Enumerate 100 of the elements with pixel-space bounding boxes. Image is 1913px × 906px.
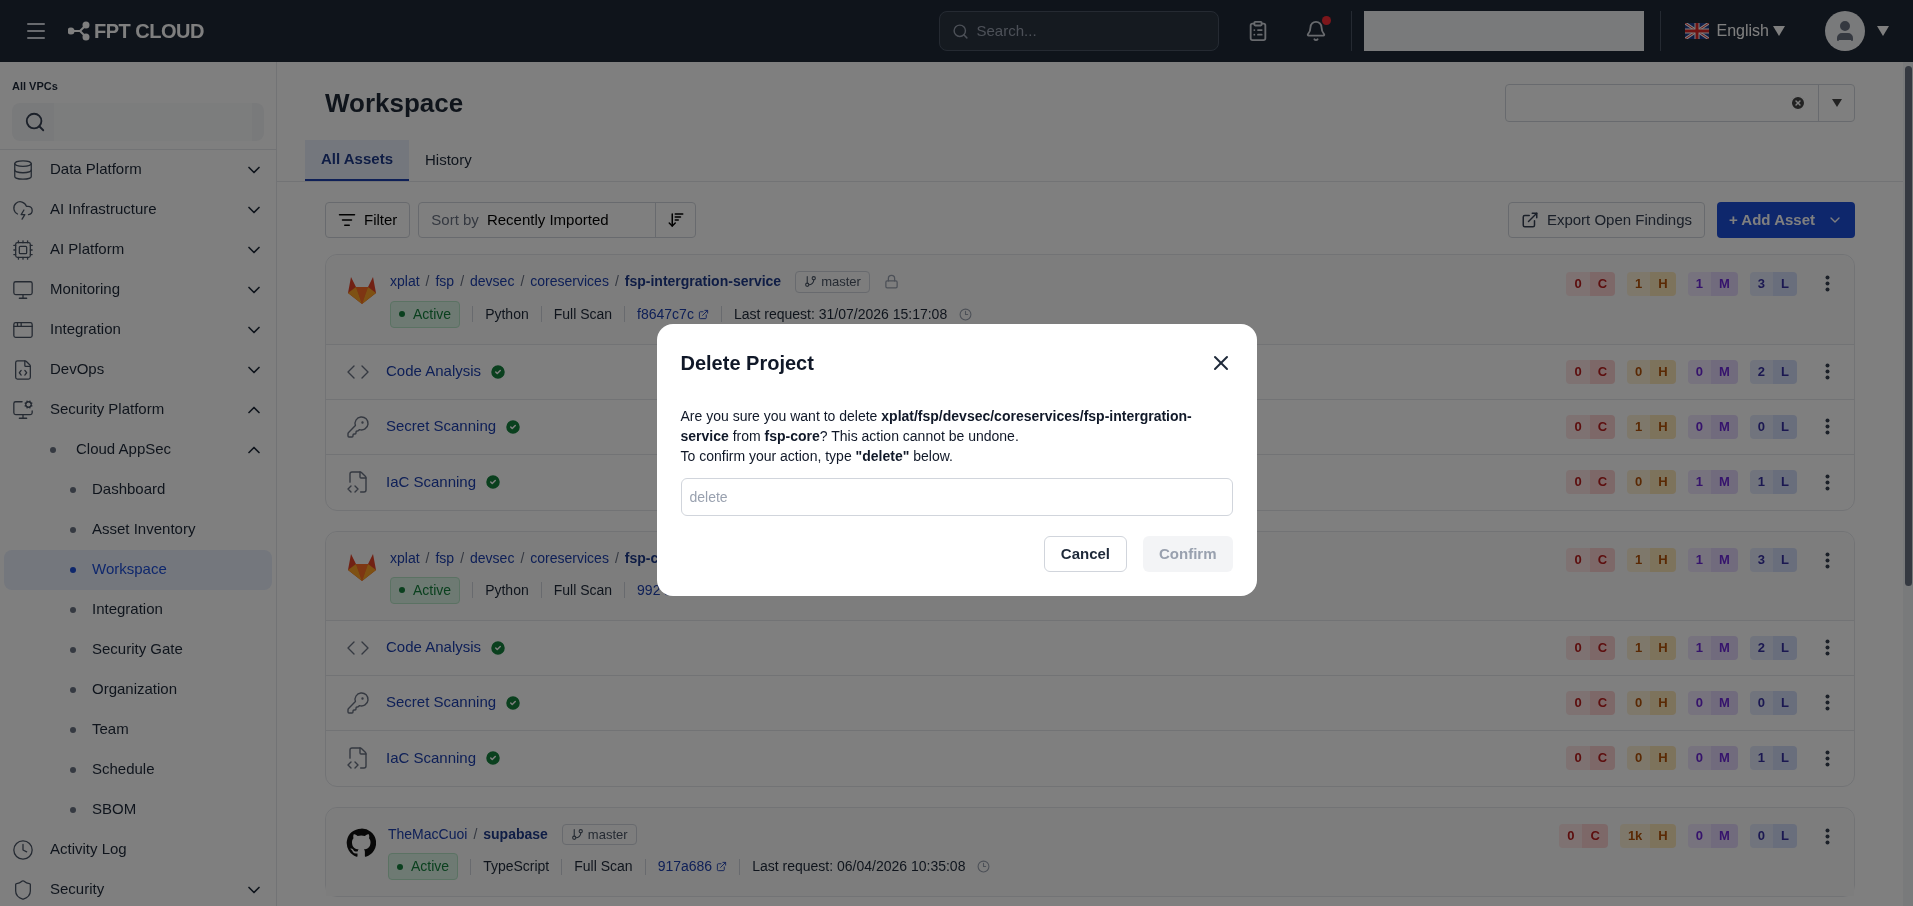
path-link[interactable]: devsec — [470, 547, 515, 569]
bell-icon — [1304, 20, 1327, 42]
severity-letter: L — [1773, 746, 1797, 770]
path-link[interactable]: coreservices — [530, 271, 609, 293]
scan-link[interactable]: IaC Scanning — [386, 470, 477, 494]
count-value: 1 — [1687, 635, 1711, 660]
count-value: 1k — [1619, 824, 1651, 848]
kebab-icon — [1825, 694, 1830, 711]
scan-type-label: Full Scan — [553, 580, 613, 600]
severity-letter: H — [1650, 359, 1676, 384]
sidebar-item[interactable]: AI Infrastructure — [0, 189, 276, 230]
avatar[interactable] — [1825, 11, 1865, 51]
sidebar-item[interactable]: Organization — [4, 669, 272, 710]
sidebar-item[interactable]: Workspace — [4, 549, 272, 590]
path-link[interactable]: TheMacCuoi — [388, 823, 468, 845]
sidebar-item[interactable]: Integration — [4, 589, 272, 630]
severity-letter: H — [1650, 548, 1676, 572]
sidebar-item[interactable]: Asset Inventory — [4, 509, 272, 550]
search-icon — [951, 22, 969, 40]
dialog-instruction: To confirm your action, type "delete" below. — [680, 447, 954, 466]
severity-letter: M — [1710, 548, 1738, 572]
path-separator: / — [614, 272, 619, 292]
caret-icon[interactable] — [1877, 26, 1889, 36]
count-value: 0 — [1749, 414, 1774, 439]
sidebar-item[interactable]: Team — [4, 709, 272, 750]
path-link[interactable]: xplat — [390, 271, 420, 293]
sidebar-item[interactable]: Monitoring — [0, 269, 276, 310]
kebab-icon — [1825, 418, 1830, 435]
filter-button[interactable]: Filter — [325, 202, 411, 238]
sort-order-icon[interactable] — [666, 211, 685, 229]
kebab-icon — [1825, 473, 1830, 491]
sidebar-item[interactable]: DevOps — [0, 349, 276, 390]
path-link[interactable]: devsec — [470, 271, 515, 293]
sidebar-item[interactable]: Schedule — [4, 749, 272, 790]
sidebar-item[interactable]: Cloud AppSec — [0, 429, 276, 470]
count-value: 0 — [1627, 359, 1651, 384]
sidebar-item[interactable]: Security — [0, 869, 276, 906]
kebab-icon — [1825, 275, 1830, 292]
path-separator: / — [425, 272, 430, 292]
scan-link[interactable]: Code Analysis — [386, 360, 482, 383]
repository-link[interactable]: supabase — [483, 823, 548, 845]
severity-letter: L — [1773, 414, 1797, 439]
add-asset-button[interactable]: + Add Asset — [1717, 202, 1855, 238]
export-icon — [1520, 211, 1539, 229]
language-select[interactable]: English — [1716, 19, 1785, 43]
clear-icon[interactable] — [1790, 95, 1806, 111]
path-link[interactable]: xplat — [390, 547, 420, 569]
sidebar-item[interactable]: AI Platform — [0, 229, 276, 270]
severity-letter: M — [1710, 359, 1738, 384]
severity-letter: M — [1710, 271, 1738, 296]
path-link[interactable]: fsp — [435, 271, 455, 293]
sidebar-item[interactable]: Security Gate — [4, 629, 272, 670]
scrollbar[interactable] — [1903, 62, 1913, 906]
count-value: 1 — [1687, 548, 1711, 572]
commit-link[interactable]: f8647c7c — [637, 303, 709, 325]
sort-select[interactable]: Sort by Recently Imported — [418, 202, 697, 238]
path-separator: / — [460, 548, 465, 568]
sidebar-item[interactable]: SBOM — [4, 789, 272, 830]
severity-letter: H — [1650, 690, 1676, 715]
code-file-icon — [346, 746, 370, 770]
scan-link[interactable]: IaC Scanning — [386, 746, 477, 770]
severity-letter: H — [1650, 414, 1676, 439]
tab[interactable]: All Assets — [305, 140, 409, 181]
tab[interactable]: History — [409, 140, 488, 181]
severity-letter: L — [1773, 548, 1797, 572]
dialog-message: Are you sure you want to delete xplat/fsp/devsec/coreservices/fsp-intergration-service from fsp-core? This action cannot be undone. — [680, 407, 1193, 446]
confirm-input[interactable]: delete — [680, 478, 1233, 516]
severity-letter: C — [1589, 635, 1616, 660]
flag-icon — [1684, 23, 1709, 39]
commit-link[interactable]: 917a686 — [657, 856, 728, 877]
sidebar-item[interactable]: Data Platform — [0, 149, 276, 190]
scan-link[interactable]: Secret Scanning — [386, 691, 497, 714]
count-value: 1 — [1627, 548, 1651, 572]
export-button[interactable]: Export Open Findings — [1507, 202, 1705, 238]
external-link-icon — [716, 861, 728, 872]
cancel-button[interactable]: Cancel — [1043, 536, 1127, 572]
count-value: 0 — [1566, 690, 1590, 715]
empty-field[interactable] — [1363, 11, 1644, 51]
search-icon — [24, 110, 46, 133]
path-separator: / — [425, 548, 430, 568]
severity-letter: C — [1589, 359, 1616, 384]
count-value: 0 — [1566, 548, 1590, 572]
logo-text: FPT CLOUD — [94, 19, 204, 44]
repository-link[interactable]: fsp-intergration-service — [624, 271, 782, 293]
key-icon — [346, 414, 370, 439]
path-separator: / — [460, 272, 465, 292]
count-value: 1 — [1627, 414, 1651, 439]
sidebar-item[interactable]: Activity Log — [0, 829, 276, 870]
sidebar-item[interactable]: Dashboard — [4, 469, 272, 510]
count-value: 2 — [1749, 635, 1774, 660]
scan-link[interactable]: Code Analysis — [386, 636, 482, 659]
sidebar-item[interactable]: Security Platform — [0, 389, 276, 430]
kebab-icon — [1825, 551, 1830, 569]
status-tag: Active — [388, 853, 459, 880]
path-link[interactable]: coreservices — [530, 547, 609, 569]
severity-letter: M — [1710, 824, 1738, 848]
path-link[interactable]: fsp — [435, 547, 455, 569]
sidebar-item[interactable]: Integration — [0, 309, 276, 350]
scan-link[interactable]: Secret Scanning — [386, 415, 497, 438]
repository-link[interactable]: fsp-c — [624, 547, 659, 569]
